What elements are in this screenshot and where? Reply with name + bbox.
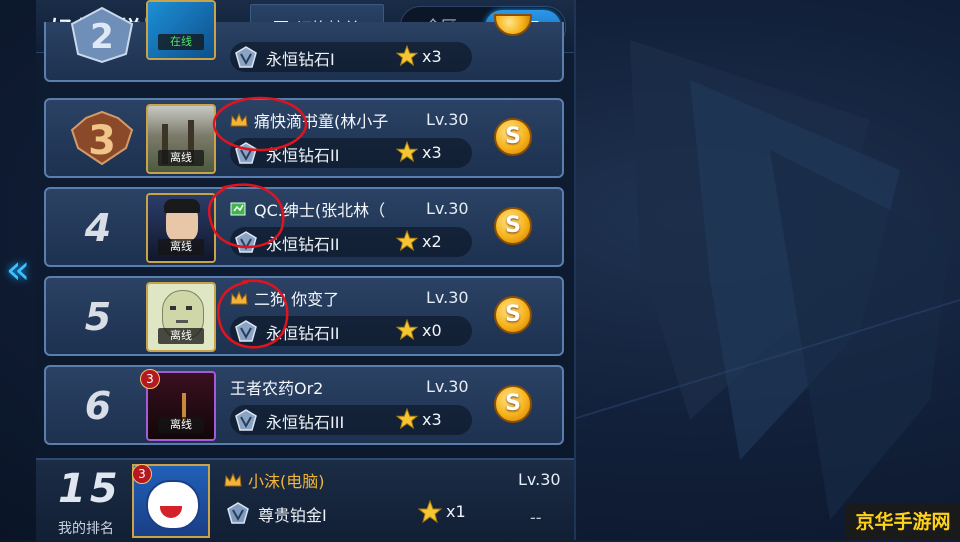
- star-icon: [418, 500, 442, 524]
- rank-number: 2: [90, 17, 114, 57]
- red-marker-circle: [207, 183, 285, 249]
- platinum-tier-icon: [227, 502, 249, 524]
- status-badge: 离线: [158, 417, 204, 433]
- status-badge: 离线: [158, 150, 204, 166]
- coin-icon[interactable]: S: [494, 385, 532, 423]
- diamond-tier-icon: [235, 409, 257, 431]
- my-level: Lv.30: [518, 470, 561, 489]
- star-count: x3: [422, 143, 442, 162]
- star-icon: [396, 408, 418, 430]
- red-marker-circle: [217, 279, 289, 349]
- my-player-name: 小沫(电脑): [248, 472, 325, 491]
- back-arrow-icon[interactable]: «: [4, 248, 32, 292]
- coin-icon[interactable]: S: [494, 118, 532, 156]
- crown-icon: [224, 473, 242, 487]
- watermark: 京华手游网: [846, 504, 960, 540]
- player-level: Lv.30: [426, 199, 469, 218]
- ranking-row[interactable]: 4 离线 QC.绅士(张北林（ Lv.30 永恒钻石II x2 S: [44, 187, 564, 267]
- status-badge: 离线: [158, 239, 204, 255]
- star-count: x0: [422, 321, 442, 340]
- silver-medal-icon: 2: [66, 4, 138, 66]
- tier-bar: 永恒钻石III x3: [230, 405, 472, 435]
- player-name-line: 王者农药Or2: [230, 375, 323, 399]
- status-badge: 离线: [158, 328, 204, 344]
- my-tier-label: 尊贵铂金I: [258, 506, 327, 525]
- level-badge: 3: [140, 369, 160, 389]
- avatar[interactable]: 在线: [146, 0, 216, 60]
- diamond-tier-icon: [235, 46, 257, 68]
- star-icon: [396, 141, 418, 163]
- rank-number: 4: [84, 206, 112, 250]
- player-name: 王者农药Or2: [230, 379, 324, 398]
- my-rank-number: 15: [58, 466, 122, 512]
- level-badge: 3: [132, 464, 152, 484]
- background-art: [570, 0, 960, 540]
- ranking-row[interactable]: 5 离线 二狗 你变了 Lv.30 永恒钻石II x0 S: [44, 276, 564, 356]
- ranking-row[interactable]: 2 在线 永恒钻石I x3: [44, 0, 564, 82]
- coin-icon[interactable]: S: [494, 207, 532, 245]
- star-count: x3: [422, 410, 442, 429]
- my-extra-value: --: [530, 508, 542, 527]
- rank-number: 6: [84, 384, 112, 428]
- coin-icon[interactable]: S: [494, 296, 532, 334]
- my-rank-label: 我的排名: [58, 521, 114, 537]
- star-icon: [396, 319, 418, 341]
- star-count: x2: [422, 232, 442, 251]
- rank-number: 3: [88, 118, 116, 164]
- bronze-medal-icon: 3: [66, 108, 138, 170]
- tier-label: 永恒钻石III: [266, 413, 345, 432]
- status-badge: 在线: [158, 34, 204, 50]
- player-level: Lv.30: [426, 110, 469, 129]
- my-rank-bar[interactable]: 15 我的排名 3 小沫(电脑) Lv.30 尊贵铂金I x1 --: [36, 458, 574, 542]
- player-level: Lv.30: [426, 377, 469, 396]
- red-marker-circle: [212, 96, 308, 152]
- my-star-count: x1: [446, 502, 466, 521]
- player-level: Lv.30: [426, 288, 469, 307]
- tier-label: 永恒钻石I: [266, 50, 335, 69]
- avatar[interactable]: 离线: [146, 104, 216, 174]
- avatar[interactable]: 离线: [146, 282, 216, 352]
- star-icon: [396, 45, 418, 67]
- my-tier-bar: 尊贵铂金I x1: [224, 498, 484, 528]
- rank-number: 5: [84, 295, 112, 339]
- star-icon: [396, 230, 418, 252]
- my-name-line: 小沫(电脑): [224, 468, 325, 492]
- tier-bar: 永恒钻石I x3: [230, 42, 472, 72]
- ranking-row[interactable]: 6 离线 3 王者农药Or2 Lv.30 永恒钻石III x3 S: [44, 365, 564, 445]
- star-count: x3: [422, 47, 442, 66]
- coin-icon[interactable]: [494, 14, 532, 36]
